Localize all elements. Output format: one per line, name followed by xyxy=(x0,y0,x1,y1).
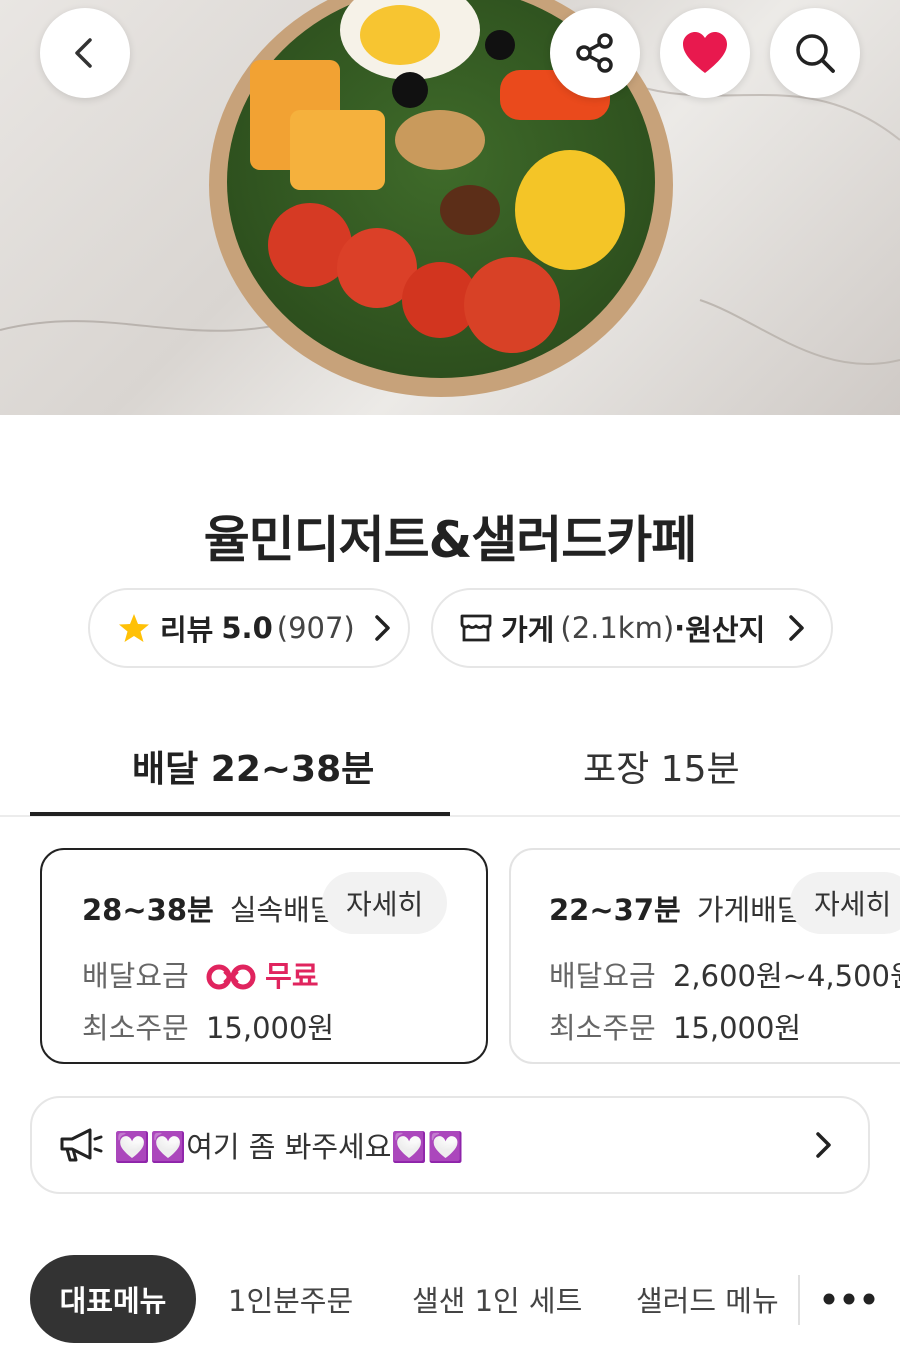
share-icon xyxy=(576,33,613,73)
separator-dot: · xyxy=(674,611,686,645)
store-hero-image xyxy=(0,0,900,415)
free-delivery-logo-icon xyxy=(206,964,256,990)
fee-value: 2,600원~4,500원 xyxy=(672,959,900,993)
star-icon xyxy=(119,614,149,642)
menu-tab-divider xyxy=(798,1275,800,1325)
review-label: 리뷰 xyxy=(160,613,214,647)
review-button[interactable]: 리뷰 5.0 (907) xyxy=(88,588,410,668)
delivery-time: 22~37분 xyxy=(549,893,681,927)
origin-label: 원산지 xyxy=(685,613,766,647)
notice-text: 💟💟여기 좀 봐주세요💟💟 xyxy=(114,1130,464,1164)
fee-label: 배달요금 xyxy=(82,959,189,993)
chevron-right-icon xyxy=(789,615,804,641)
menu-tab-salad[interactable]: 샐러드 메뉴 xyxy=(636,1255,779,1343)
review-rating: 5.0 xyxy=(221,611,273,645)
chevron-right-icon xyxy=(374,615,390,641)
store-notice-banner[interactable]: 💟💟여기 좀 봐주세요💟💟 xyxy=(30,1096,870,1194)
fee-label: 배달요금 xyxy=(549,959,656,993)
more-dots-icon xyxy=(823,1293,875,1305)
search-icon xyxy=(796,34,835,73)
tab-active-indicator xyxy=(30,812,450,816)
store-name: 율민디저트&샐러드카페 xyxy=(203,511,698,569)
delivery-option-card[interactable]: 28~38분 실속배달 자세히 배달요금 무료 최소주문 15,000원 xyxy=(40,848,488,1064)
details-button[interactable]: 자세히 xyxy=(322,872,448,934)
search-button[interactable] xyxy=(770,8,860,98)
details-button[interactable]: 자세히 xyxy=(790,872,900,934)
share-button[interactable] xyxy=(550,8,640,98)
tab-delivery[interactable]: 배달 22~38분 xyxy=(132,740,374,792)
min-order-label: 최소주문 xyxy=(82,1011,189,1045)
fee-value: 무료 xyxy=(265,959,319,993)
menu-tab-featured[interactable]: 대표메뉴 xyxy=(30,1255,196,1343)
salad-photo xyxy=(0,0,900,397)
menu-more-button[interactable] xyxy=(822,1255,876,1343)
min-order-value: 15,000원 xyxy=(672,1011,802,1045)
tab-pickup[interactable]: 포장 15분 xyxy=(583,740,740,792)
favorite-button[interactable] xyxy=(660,8,750,98)
min-order-value: 15,000원 xyxy=(205,1011,335,1045)
delivery-type: 가게배달 xyxy=(696,893,804,927)
menu-tab-single-set[interactable]: 샐샌 1인 세트 xyxy=(412,1255,582,1343)
store-distance: (2.1km) xyxy=(560,611,675,645)
store-icon xyxy=(460,614,492,642)
chevron-left-icon xyxy=(75,38,92,68)
review-count: (907) xyxy=(276,611,355,645)
store-info-button[interactable]: 가게 (2.1km) · 원산지 xyxy=(431,588,833,668)
delivery-option-card[interactable]: 22~37분 가게배달 자세히 배달요금 2,600원~4,500원 최소주문 … xyxy=(509,848,900,1064)
delivery-type: 실속배달 xyxy=(229,893,337,927)
store-info-label: 가게 xyxy=(501,613,555,647)
chevron-right-icon xyxy=(816,1132,831,1158)
min-order-label: 최소주문 xyxy=(549,1011,656,1045)
menu-tab-single-order[interactable]: 1인분주문 xyxy=(228,1255,353,1343)
heart-icon xyxy=(683,32,727,73)
delivery-time: 28~38분 xyxy=(82,893,214,927)
menu-category-tabs: 대표메뉴 1인분주문 샐샌 1인 세트 샐러드 메뉴 xyxy=(0,1255,900,1345)
megaphone-icon xyxy=(60,1128,103,1162)
back-button[interactable] xyxy=(40,8,130,98)
